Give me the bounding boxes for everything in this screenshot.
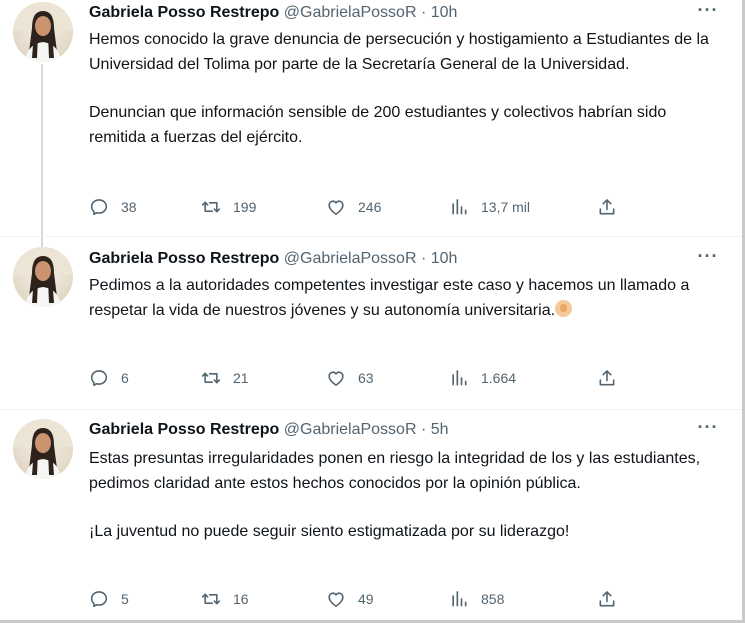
more-options-button[interactable]: ··· xyxy=(694,418,722,441)
author-handle[interactable]: @GabrielaPossoR xyxy=(284,250,417,267)
author-handle[interactable]: @GabrielaPossoR xyxy=(284,4,417,21)
views-count: 1.664 xyxy=(481,370,517,386)
reply-button[interactable]: 5 xyxy=(89,587,129,611)
share-button[interactable] xyxy=(597,366,617,390)
views-button[interactable]: 13,7 mil xyxy=(449,195,530,219)
tweet-header: Gabriela Posso Restrepo @GabrielaPossoR … xyxy=(89,419,449,441)
reply-icon xyxy=(90,591,108,608)
reply-icon xyxy=(90,199,108,216)
like-button[interactable]: 246 xyxy=(326,195,381,219)
avatar[interactable] xyxy=(13,247,73,307)
tweet-actions: 38 199 246 13,7 mil xyxy=(89,195,629,219)
heart-icon xyxy=(328,592,344,607)
tweet-paragraph-text: Pedimos a la autoridades competentes inv… xyxy=(89,277,690,319)
views-button[interactable]: 858 xyxy=(449,587,504,611)
views-button[interactable]: 1.664 xyxy=(449,366,516,390)
retweet-icon xyxy=(201,372,221,384)
reply-count: 6 xyxy=(121,370,129,386)
more-options-button[interactable]: ··· xyxy=(694,1,722,24)
share-button[interactable] xyxy=(597,587,617,611)
tweet-header: Gabriela Posso Restrepo @GabrielaPossoR … xyxy=(89,248,457,270)
author-handle[interactable]: @GabrielaPossoR xyxy=(284,421,417,438)
tweet-paragraph: ¡La juventud no puede seguir siento esti… xyxy=(89,523,570,540)
more-horizontal-icon: ··· xyxy=(697,246,719,266)
tweet-paragraph: Pedimos a la autoridades competentes inv… xyxy=(89,274,719,323)
tweet-paragraph: Denuncian que información sensible de 20… xyxy=(89,104,667,146)
tweet-text: Hemos conocido la grave denuncia de pers… xyxy=(89,28,719,150)
reply-count: 5 xyxy=(121,591,129,607)
views-count: 858 xyxy=(481,591,505,607)
tweet-actions: 5 16 49 858 xyxy=(89,587,629,611)
tweet-actions: 6 21 63 1.664 xyxy=(89,366,629,390)
heart-icon xyxy=(328,200,344,215)
share-icon xyxy=(599,591,615,607)
retweet-button[interactable]: 199 xyxy=(201,195,256,219)
tweet-header: Gabriela Posso Restrepo @GabrielaPossoR … xyxy=(89,2,457,24)
tweet-text: Estas presuntas irregularidades ponen en… xyxy=(89,447,719,545)
retweet-button[interactable]: 21 xyxy=(201,366,249,390)
reply-icon xyxy=(90,370,108,387)
retweet-button[interactable]: 16 xyxy=(201,587,249,611)
retweet-count: 16 xyxy=(233,591,249,607)
retweet-icon xyxy=(201,201,221,213)
author-name[interactable]: Gabriela Posso Restrepo xyxy=(89,421,279,438)
heart-icon xyxy=(328,371,344,386)
avatar[interactable] xyxy=(13,2,73,62)
more-horizontal-icon: ··· xyxy=(697,0,719,20)
like-count: 49 xyxy=(358,591,374,607)
avatar[interactable] xyxy=(13,419,73,479)
author-name[interactable]: Gabriela Posso Restrepo xyxy=(89,250,279,267)
like-button[interactable]: 49 xyxy=(326,587,374,611)
timestamp[interactable]: 10h xyxy=(431,4,458,21)
tweet-paragraph: Estas presuntas irregularidades ponen en… xyxy=(89,450,701,492)
like-count: 63 xyxy=(358,370,374,386)
tweet[interactable]: Gabriela Posso Restrepo @GabrielaPossoR … xyxy=(0,237,742,410)
share-icon xyxy=(599,199,615,215)
share-icon xyxy=(599,370,615,386)
views-chart-icon xyxy=(452,370,467,386)
tweet-text: Pedimos a la autoridades competentes inv… xyxy=(89,274,719,323)
retweet-icon xyxy=(201,593,221,605)
separator-dot: · xyxy=(420,4,427,21)
separator-dot: · xyxy=(420,421,427,438)
separator-dot: · xyxy=(420,250,427,267)
more-options-button[interactable]: ··· xyxy=(694,247,722,270)
reply-button[interactable]: 6 xyxy=(89,366,129,390)
tweet[interactable]: Gabriela Posso Restrepo @GabrielaPossoR … xyxy=(0,410,742,620)
retweet-count: 199 xyxy=(233,199,257,215)
tweet-paragraph: Hemos conocido la grave denuncia de pers… xyxy=(89,31,709,73)
more-horizontal-icon: ··· xyxy=(697,417,719,437)
views-count: 13,7 mil xyxy=(481,199,531,215)
like-count: 246 xyxy=(358,199,382,215)
reply-count: 38 xyxy=(121,199,137,215)
like-button[interactable]: 63 xyxy=(326,366,374,390)
timestamp[interactable]: 5h xyxy=(431,421,449,438)
retweet-count: 21 xyxy=(233,370,249,386)
views-chart-icon xyxy=(452,199,467,215)
views-chart-icon xyxy=(452,591,467,607)
raised-fist-emoji xyxy=(555,299,573,317)
share-button[interactable] xyxy=(597,195,617,219)
author-name[interactable]: Gabriela Posso Restrepo xyxy=(89,4,279,21)
tweet[interactable]: Gabriela Posso Restrepo @GabrielaPossoR … xyxy=(0,0,742,237)
timestamp[interactable]: 10h xyxy=(431,250,458,267)
reply-button[interactable]: 38 xyxy=(89,195,137,219)
